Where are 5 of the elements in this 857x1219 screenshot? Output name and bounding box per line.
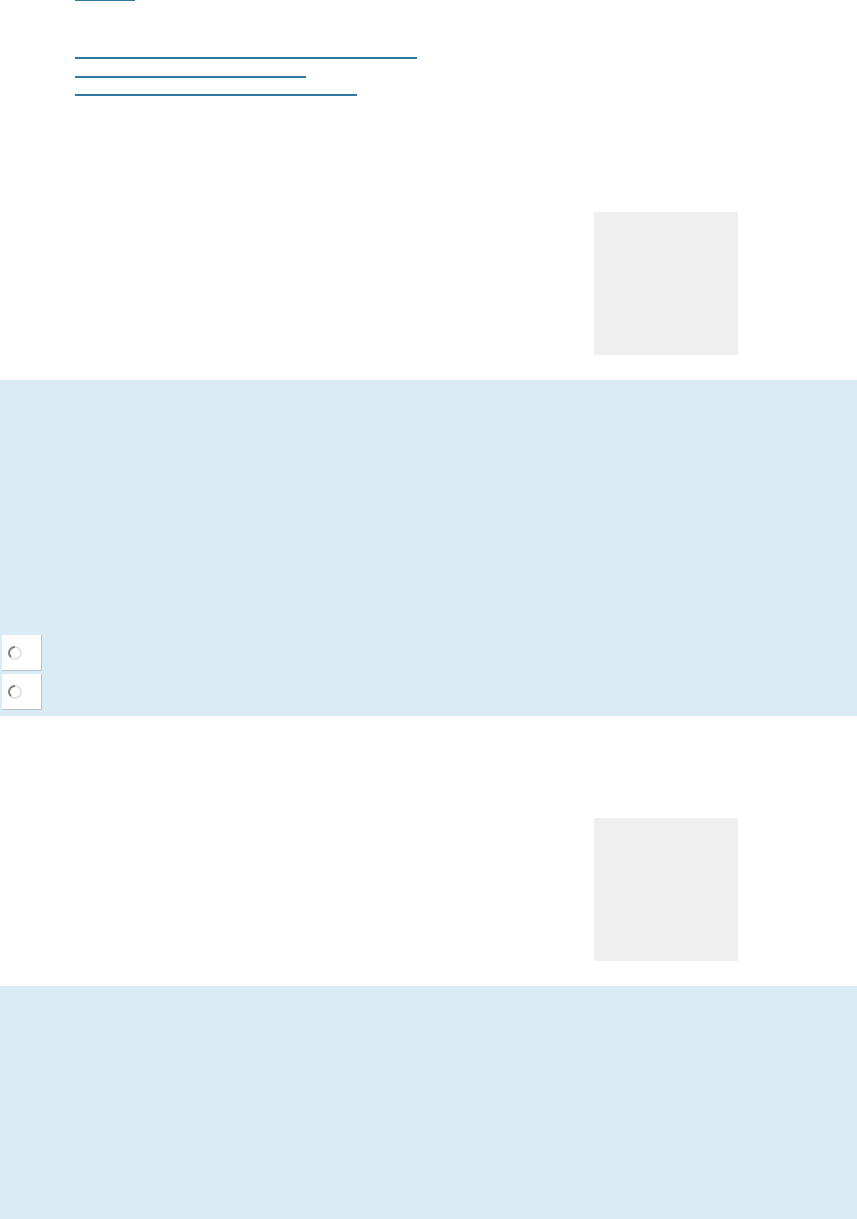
spinner-icon [7, 683, 23, 700]
link-underline[interactable] [75, 91, 357, 96]
link-underline[interactable] [75, 55, 417, 60]
spinner-icon [7, 644, 23, 661]
link-underline[interactable] [75, 73, 306, 78]
